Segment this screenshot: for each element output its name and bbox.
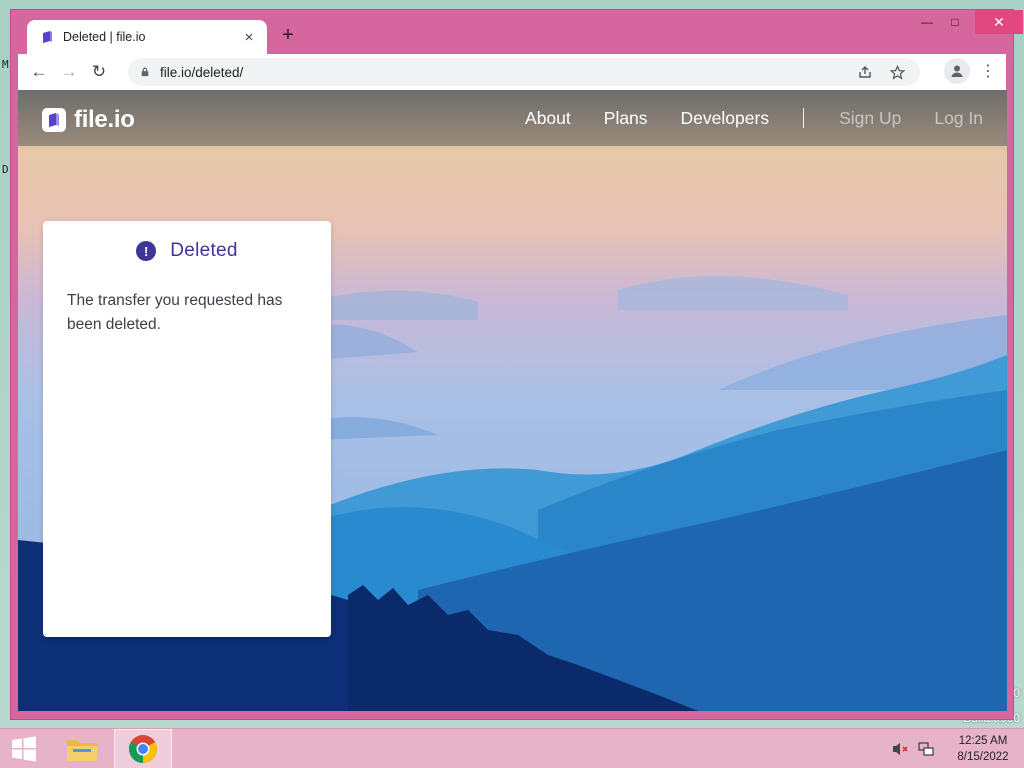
lock-icon xyxy=(141,67,149,77)
logo-text: file.io xyxy=(74,106,135,133)
browser-window: Deleted | file.io × + — □ ✕ ← → ↻ file.i… xyxy=(10,9,1023,720)
nav-divider xyxy=(803,108,805,128)
back-button[interactable]: ← xyxy=(24,57,54,87)
menu-kebab-icon[interactable]: ⋮ xyxy=(978,61,998,81)
desktop-watermark: 0 xyxy=(1013,686,1020,700)
minimize-button[interactable]: — xyxy=(913,10,941,34)
toolbar-right: ⋮ xyxy=(944,58,998,84)
card-header: ! Deleted xyxy=(43,240,331,262)
profile-icon[interactable] xyxy=(944,58,970,84)
alert-icon: ! xyxy=(136,241,157,261)
browser-toolbar: ← → ↻ file.io/deleted/ ⋮ xyxy=(18,54,1006,90)
site-header: file.io About Plans Developers Sign Up L… xyxy=(18,90,1007,146)
window-controls: — □ ✕ xyxy=(913,10,1023,34)
volume-muted-icon[interactable] xyxy=(890,739,910,759)
tab-close-icon[interactable]: × xyxy=(241,29,257,46)
bookmark-star-icon[interactable] xyxy=(886,61,908,83)
file-io-favicon-icon xyxy=(43,31,52,43)
nav-developers[interactable]: Developers xyxy=(681,108,770,129)
close-window-button[interactable]: ✕ xyxy=(975,10,1023,34)
nav-sign-up[interactable]: Sign Up xyxy=(839,108,901,129)
desktop-edge-label: D xyxy=(2,163,9,176)
share-icon[interactable] xyxy=(854,61,876,83)
nav-about[interactable]: About xyxy=(525,108,571,129)
site-logo[interactable]: file.io xyxy=(42,106,135,134)
file-io-logo-icon xyxy=(42,108,66,132)
url-text: file.io/deleted/ xyxy=(160,64,244,80)
maximize-button[interactable]: □ xyxy=(941,10,969,34)
new-tab-button[interactable]: + xyxy=(277,24,299,46)
page-viewport: file.io About Plans Developers Sign Up L… xyxy=(18,90,1007,711)
folder-icon xyxy=(67,740,97,761)
deleted-card: ! Deleted The transfer you requested has… xyxy=(43,221,331,637)
chrome-taskbar-button[interactable] xyxy=(114,729,172,768)
clock-time: 12:25 AM xyxy=(958,735,1008,747)
card-message: The transfer you requested has been dele… xyxy=(67,292,283,333)
file-explorer-button[interactable] xyxy=(56,729,108,768)
browser-tab[interactable]: Deleted | file.io × xyxy=(27,20,267,54)
desktop-edge-label: M xyxy=(2,58,9,71)
site-nav: About Plans Developers Sign Up Log In xyxy=(492,90,983,146)
tab-title: Deleted | file.io xyxy=(63,30,146,44)
windows-logo-icon xyxy=(12,736,36,762)
browser-titlebar: Deleted | file.io × + — □ ✕ xyxy=(11,10,1023,54)
taskbar: 12:25 AM 8/15/2022 xyxy=(0,728,1024,768)
nav-log-in[interactable]: Log In xyxy=(934,108,983,129)
chrome-icon xyxy=(129,735,157,763)
system-tray: 12:25 AM 8/15/2022 xyxy=(890,729,1024,768)
card-title: Deleted xyxy=(170,240,238,261)
nav-plans[interactable]: Plans xyxy=(604,108,648,129)
reload-button[interactable]: ↻ xyxy=(84,57,114,87)
forward-button[interactable]: → xyxy=(54,57,84,87)
start-button[interactable] xyxy=(0,729,48,768)
taskbar-clock[interactable]: 12:25 AM 8/15/2022 xyxy=(942,733,1024,765)
network-icon[interactable] xyxy=(916,739,936,759)
address-bar[interactable]: file.io/deleted/ xyxy=(128,58,920,86)
clock-date: 8/15/2022 xyxy=(957,751,1009,763)
